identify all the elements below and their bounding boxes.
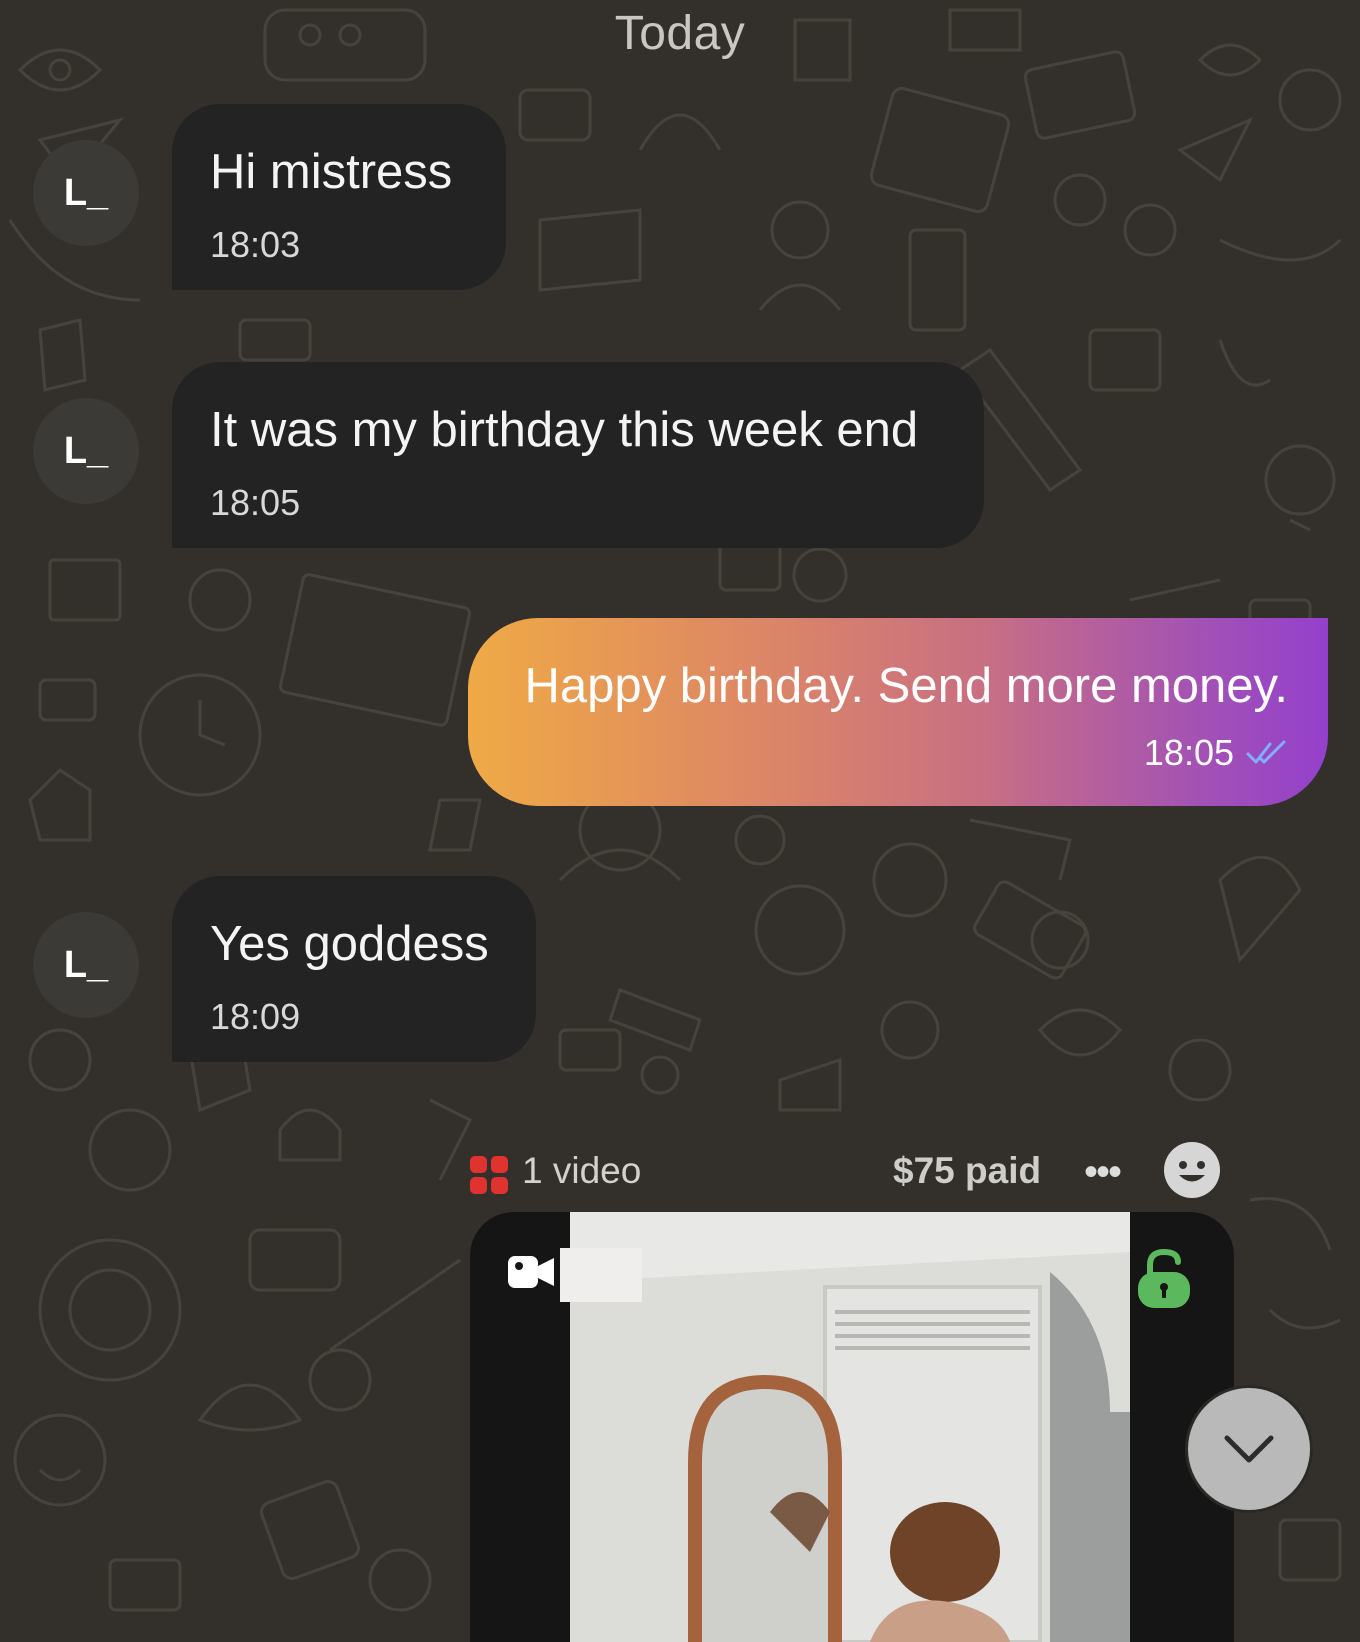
message-time: 18:05 [210, 482, 301, 523]
message-time: 18:05 [1143, 732, 1234, 773]
sender-avatar[interactable]: L_ [33, 398, 139, 504]
scroll-to-bottom-button[interactable] [1188, 1388, 1310, 1510]
date-divider: Today [614, 7, 746, 60]
message-text: Yes goddess [210, 917, 489, 971]
message-text: Hi mistress [210, 145, 453, 199]
media-grid-icon [470, 1156, 508, 1194]
chevron-down-icon [1224, 1435, 1274, 1463]
outgoing-message-bubble[interactable]: Happy birthday. Send more money. 18:05 [468, 618, 1328, 806]
message-text: It was my birthday this week end [210, 403, 919, 457]
video-thumbnail[interactable] [570, 1212, 1130, 1642]
double-check-icon [1246, 740, 1286, 764]
incoming-message-bubble[interactable]: It was my birthday this week end 18:05 [172, 362, 984, 548]
media-card[interactable] [470, 1212, 1234, 1642]
incoming-message-bubble[interactable]: Yes goddess 18:09 [172, 876, 536, 1062]
emoji-icon[interactable] [1162, 1140, 1222, 1200]
unlock-icon [1138, 1248, 1190, 1308]
video-camera-icon [508, 1256, 554, 1288]
blurred-overlay [560, 1248, 642, 1302]
avatar-initials: L_ [63, 943, 109, 986]
sender-avatar[interactable]: L_ [33, 140, 139, 246]
price-status: $75 paid [893, 1150, 1042, 1191]
media-message-header: 1 video $75 paid ••• [0, 1140, 1360, 1210]
more-options-button[interactable]: ••• [1084, 1150, 1122, 1195]
media-count: 1 video [522, 1150, 642, 1191]
avatar-initials: L_ [63, 171, 109, 214]
message-text: Happy birthday. Send more money. [524, 659, 1288, 713]
avatar-initials: L_ [63, 429, 109, 472]
message-time: 18:09 [210, 996, 301, 1037]
message-time: 18:03 [210, 224, 301, 265]
sender-avatar[interactable]: L_ [33, 912, 139, 1018]
incoming-message-bubble[interactable]: Hi mistress 18:03 [172, 104, 506, 290]
